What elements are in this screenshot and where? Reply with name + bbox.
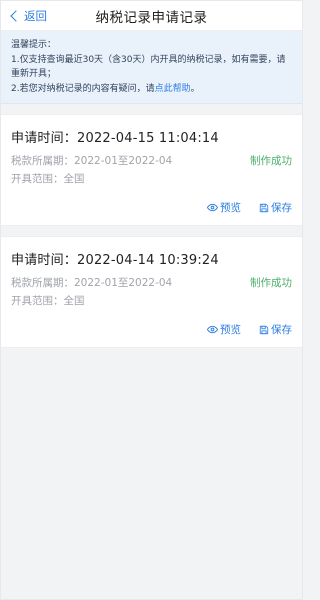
record-scope: 开具范围：全国 xyxy=(11,173,85,185)
status-badge: 制作成功 xyxy=(250,277,292,289)
app-frame: 返回 纳税记录申请记录 温馨提示： 1.仅支持查询最近30天（含30天）内开具的… xyxy=(0,0,303,600)
eye-icon xyxy=(207,324,218,335)
chevron-left-icon xyxy=(10,10,22,22)
save-label: 保存 xyxy=(271,324,292,336)
help-link[interactable]: 点此帮助 xyxy=(155,84,191,94)
back-button[interactable]: 返回 xyxy=(9,1,47,31)
eye-icon xyxy=(207,202,218,213)
tip-heading: 温馨提示： xyxy=(11,40,57,50)
record-scope-row: 开具范围：全国 xyxy=(11,292,292,310)
record-period: 税款所属期：2022-01至2022-04 xyxy=(11,277,173,289)
back-label: 返回 xyxy=(24,9,47,23)
preview-button[interactable]: 预览 xyxy=(207,200,241,215)
save-button[interactable]: 保存 xyxy=(259,200,292,215)
record-actions: 预览 保存 xyxy=(11,200,292,215)
save-label: 保存 xyxy=(271,202,292,214)
save-icon xyxy=(259,325,269,335)
preview-label: 预览 xyxy=(220,202,241,214)
tip-line-2: 2.若您对纳税记录的内容有疑问，请点此帮助。 xyxy=(11,82,292,97)
record-card: 申请时间：2022-04-14 10:39:24 税款所属期：2022-01至2… xyxy=(1,236,302,348)
nav-bar: 返回 纳税记录申请记录 xyxy=(1,1,302,31)
record-actions: 预览 保存 xyxy=(11,322,292,337)
record-period-row: 税款所属期：2022-01至2022-04 制作成功 xyxy=(11,274,292,292)
record-scope: 开具范围：全国 xyxy=(11,295,85,307)
tip-line-1: 1.仅支持查询最近30天（含30天）内开具的纳税记录，如有需要，请重新开具； xyxy=(11,54,286,80)
status-badge: 制作成功 xyxy=(250,155,292,167)
record-time: 申请时间：2022-04-14 10:39:24 xyxy=(11,253,219,268)
record-period-row: 税款所属期：2022-01至2022-04 制作成功 xyxy=(11,152,292,170)
preview-label: 预览 xyxy=(220,324,241,336)
record-time: 申请时间：2022-04-15 11:04:14 xyxy=(11,131,219,146)
preview-button[interactable]: 预览 xyxy=(207,322,241,337)
tip-panel: 温馨提示： 1.仅支持查询最近30天（含30天）内开具的纳税记录，如有需要，请重… xyxy=(1,31,302,104)
tip-line-2-prefix: 2.若您对纳税记录的内容有疑问，请 xyxy=(11,83,155,94)
record-scope-row: 开具范围：全国 xyxy=(11,170,292,188)
record-card: 申请时间：2022-04-15 11:04:14 税款所属期：2022-01至2… xyxy=(1,114,302,226)
save-icon xyxy=(259,203,269,213)
tip-line-2-suffix: 。 xyxy=(190,83,200,94)
save-button[interactable]: 保存 xyxy=(259,322,292,337)
record-period: 税款所属期：2022-01至2022-04 xyxy=(11,155,173,167)
